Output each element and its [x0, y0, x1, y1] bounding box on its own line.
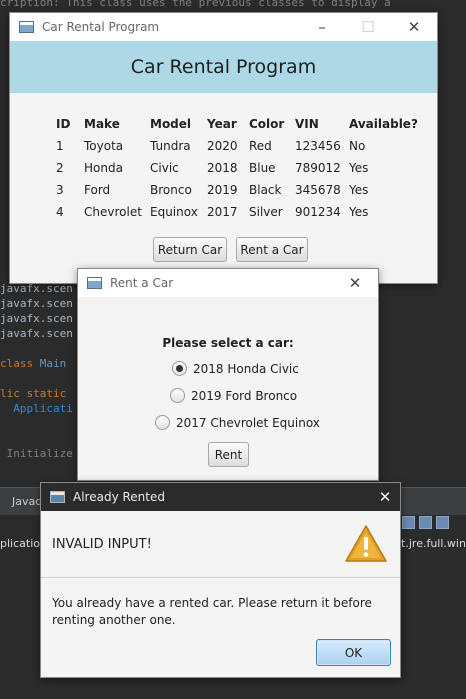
table-cell: Civic [150, 161, 179, 175]
rent-dialog: Rent a Car ✕ Please select a car: 2018 H… [77, 268, 379, 481]
table-cell: Equinox [150, 205, 198, 219]
console-toolbar [402, 516, 449, 529]
ok-button[interactable]: OK [316, 639, 391, 666]
table-cell: Silver [249, 205, 283, 219]
code-line-3: javafx.scen [0, 312, 73, 325]
table-cell: 901234 [295, 205, 341, 219]
table-row: 3 Ford Bronco 2019 Black 345678 Yes [56, 179, 419, 201]
car-option-label[interactable]: 2018 Honda Civic [193, 362, 299, 376]
page-title: Car Rental Program [10, 41, 437, 93]
rent-button[interactable]: Rent [208, 442, 249, 467]
table-cell: 2017 [207, 205, 238, 219]
table-row: 4 Chevrolet Equinox 2017 Silver 901234 Y… [56, 201, 419, 223]
radio-button-selected[interactable] [172, 361, 187, 376]
return-car-button[interactable]: Return Car [153, 237, 227, 262]
table-cell: 4 [56, 205, 64, 219]
table-row: 1 Toyota Tundra 2020 Red 123456 No [56, 135, 419, 157]
alert-header-text: INVALID INPUT! [52, 537, 152, 552]
alert-title: Already Rented [73, 490, 165, 504]
code-line-2: javafx.scen [0, 297, 73, 310]
javadoc-tab[interactable]: Javad [12, 495, 42, 508]
car-table: ID Make Model Year Color VIN Available? … [56, 113, 419, 223]
rent-dialog-title: Rent a Car [110, 276, 174, 290]
table-cell: Bronco [150, 183, 192, 197]
alert-header: INVALID INPUT! [41, 511, 400, 578]
console-toolbar-icon[interactable] [436, 516, 449, 529]
table-cell: Yes [349, 183, 369, 197]
table-cell: 2020 [207, 139, 238, 153]
rent-a-car-button[interactable]: Rent a Car [236, 237, 308, 262]
console-toolbar-icon[interactable] [402, 516, 415, 529]
table-cell: 3 [56, 183, 64, 197]
main-window-titlebar[interactable]: Car Rental Program – ☐ ✕ [10, 13, 437, 41]
table-cell: Ford [84, 183, 111, 197]
code-line-6: lic static [0, 387, 67, 400]
table-cell: Black [249, 183, 282, 197]
column-header: Year [207, 117, 237, 131]
table-cell: 2019 [207, 183, 238, 197]
table-cell: Tundra [150, 139, 191, 153]
column-header: Model [150, 117, 192, 131]
table-cell: No [349, 139, 366, 153]
car-option-radio[interactable]: 2018 Honda Civic [172, 361, 299, 376]
table-cell: Yes [349, 161, 369, 175]
already-rented-alert: Already Rented ✕ INVALID INPUT! You alre… [40, 482, 401, 678]
column-header: ID [56, 117, 71, 131]
close-icon[interactable]: ✕ [332, 269, 378, 297]
warning-icon [345, 525, 387, 562]
code-line-4: javafx.scen [0, 327, 73, 340]
column-header: VIN [295, 117, 319, 131]
table-cell: Blue [249, 161, 276, 175]
table-cell: Honda [84, 161, 123, 175]
table-header-row: ID Make Model Year Color VIN Available? [56, 113, 419, 135]
main-window-title: Car Rental Program [42, 20, 160, 34]
java-app-icon [87, 277, 102, 289]
table-cell: Toyota [84, 139, 124, 153]
close-icon[interactable]: ✕ [362, 483, 408, 511]
table-cell: 345678 [295, 183, 341, 197]
close-icon[interactable]: ✕ [391, 13, 437, 41]
minimize-icon[interactable]: – [299, 13, 345, 41]
console-toolbar-icon[interactable] [419, 516, 432, 529]
alert-titlebar[interactable]: Already Rented ✕ [41, 483, 400, 511]
table-cell: Yes [349, 205, 369, 219]
rent-dialog-titlebar[interactable]: Rent a Car ✕ [78, 269, 378, 297]
car-option-label[interactable]: 2019 Ford Bronco [191, 389, 297, 403]
console-text-left: plicatio [0, 537, 40, 550]
table-cell: 2 [56, 161, 64, 175]
code-line-0: cription: This class uses the previous c… [0, 0, 391, 9]
column-header: Color [249, 117, 285, 131]
column-header: Make [84, 117, 120, 131]
car-option-radio[interactable]: 2019 Ford Bronco [170, 388, 297, 403]
table-cell: Chevrolet [84, 205, 142, 219]
table-row: 2 Honda Civic 2018 Blue 789012 Yes [56, 157, 419, 179]
radio-button[interactable] [155, 415, 170, 430]
table-cell: 789012 [295, 161, 341, 175]
alert-message: You already have a rented car. Please re… [52, 596, 372, 627]
code-line-5: class Main [0, 357, 67, 370]
java-app-icon [19, 21, 34, 33]
main-window: Car Rental Program – ☐ ✕ Car Rental Prog… [9, 12, 438, 284]
table-cell: 2018 [207, 161, 238, 175]
table-cell: 123456 [295, 139, 341, 153]
column-header: Available? [349, 117, 418, 131]
car-option-label[interactable]: 2017 Chevrolet Equinox [176, 416, 320, 430]
car-option-radio[interactable]: 2017 Chevrolet Equinox [155, 415, 320, 430]
table-cell: Red [249, 139, 272, 153]
car-select-prompt: Please select a car: [162, 336, 294, 350]
radio-button[interactable] [170, 388, 185, 403]
table-cell: 1 [56, 139, 64, 153]
maximize-icon: ☐ [361, 18, 375, 36]
code-line-8: Initialize [0, 447, 73, 460]
code-line-7: Applicati [13, 402, 73, 415]
console-text-right: it.jre.full.win [398, 537, 466, 550]
java-app-icon [50, 491, 65, 503]
